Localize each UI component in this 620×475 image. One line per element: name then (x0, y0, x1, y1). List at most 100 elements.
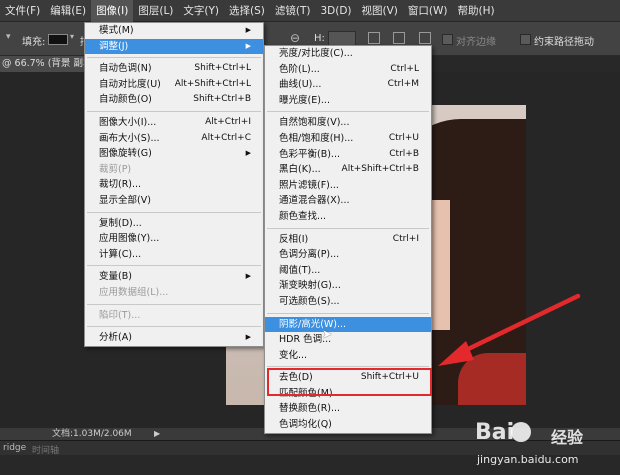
menu-item-label: 画布大小(S)... (99, 132, 160, 144)
menu-item-label: 替换颜色(R)... (279, 403, 341, 415)
adjust-menu-item[interactable]: 自然饱和度(V)... (265, 115, 431, 131)
image-menu-item[interactable]: 自动色调(N) Shift+Ctrl+L (85, 61, 263, 77)
menubar-item[interactable]: 图层(L) (133, 0, 178, 22)
fill-color-swatch[interactable] (48, 34, 68, 45)
image-menu-item[interactable]: 图像大小(I)... Alt+Ctrl+I (85, 115, 263, 131)
bridge-panel-label[interactable]: ridge (3, 443, 26, 453)
image-menu-item[interactable]: 自动颜色(O) Shift+Ctrl+B (85, 92, 263, 108)
image-menu-item[interactable]: 计算(C)... (85, 247, 263, 263)
fill-dropdown-icon[interactable]: ▾ (70, 32, 74, 41)
adjust-menu-item[interactable]: 色相/饱和度(H)... Ctrl+U (265, 131, 431, 147)
menu-item-label: 通道混合器(X)... (279, 195, 350, 207)
menu-separator (87, 265, 261, 267)
adjust-menu-item[interactable]: 色彩平衡(B)... Ctrl+B (265, 147, 431, 163)
submenu-arrow-icon: ▶ (245, 333, 251, 342)
menu-separator (267, 111, 429, 113)
path-alignment-icon[interactable] (393, 32, 405, 44)
adjust-menu-item[interactable]: 照片滤镜(F)... (265, 178, 431, 194)
adjust-menu-item[interactable]: 通道混合器(X)... (265, 193, 431, 209)
image-menu-item[interactable]: 模式(M) ▶ (85, 23, 263, 39)
menu-item-shortcut: Ctrl+U (388, 132, 419, 143)
menu-item-label: 黑白(K)... (279, 164, 321, 176)
submenu-arrow-icon: ▶ (245, 41, 251, 50)
menubar-item[interactable]: 窗口(W) (403, 0, 453, 22)
image-menu-item[interactable]: 画布大小(S)... Alt+Ctrl+C (85, 131, 263, 147)
tool-preset-arrow-icon[interactable]: ▾ (6, 32, 11, 42)
image-menu-item[interactable]: 自动对比度(U) Alt+Shift+Ctrl+L (85, 77, 263, 93)
adjust-menu-item[interactable]: 亮度/对比度(C)... (265, 46, 431, 62)
menu-separator (87, 57, 261, 59)
menu-item-label: 变量(B) (99, 271, 132, 283)
menubar-item[interactable]: 选择(S) (224, 0, 270, 22)
menu-item-label: 色调分离(P)... (279, 249, 340, 261)
menubar-item[interactable]: 文件(F) (0, 0, 45, 22)
fill-label: 填充: (22, 37, 46, 48)
annotation-highlight-box (267, 368, 432, 396)
align-edges-checkbox[interactable] (442, 34, 453, 45)
adjust-menu-item[interactable]: 色阶(L)... Ctrl+L (265, 62, 431, 78)
menu-item-label: 反相(I) (279, 233, 309, 245)
status-menu-arrow-icon[interactable]: ▶ (154, 428, 160, 440)
adjust-menu-item[interactable]: 反相(I) Ctrl+I (265, 232, 431, 248)
menu-item-shortcut: Shift+Ctrl+B (193, 94, 251, 105)
image-menu-item[interactable]: 应用图像(Y)... (85, 231, 263, 247)
adjust-menu-item[interactable]: 替换颜色(R)... (265, 401, 431, 417)
menu-item-shortcut: Ctrl+M (387, 79, 419, 90)
menu-item-shortcut: Ctrl+I (392, 233, 419, 244)
adjust-menu-item[interactable]: HDR 色调... (265, 332, 431, 348)
image-menu-item[interactable]: 图像旋转(G) ▶ (85, 146, 263, 162)
menu-item-shortcut: Shift+Ctrl+L (194, 63, 251, 74)
image-menu-item: 陷印(T)... (85, 308, 263, 324)
image-menu-item[interactable]: 显示全部(V) (85, 193, 263, 209)
image-menu-item[interactable]: 变量(B) ▶ (85, 269, 263, 285)
path-operations-icon[interactable] (368, 32, 380, 44)
menu-item-label: 自动颜色(O) (99, 94, 152, 106)
adjust-menu-item[interactable]: 阴影/高光(W)... (265, 316, 431, 333)
constrain-path-checkbox[interactable] (520, 34, 531, 45)
menu-item-label: 色调均化(Q) (279, 419, 332, 431)
menu-item-label: 亮度/对比度(C)... (279, 48, 353, 59)
menu-item-label: 自动对比度(U) (99, 78, 161, 90)
menubar-item[interactable]: 文字(Y) (178, 0, 224, 22)
adjust-menu-item[interactable]: 阈值(T)... (265, 263, 431, 279)
image-menu-item[interactable]: 分析(A) ▶ (85, 330, 263, 346)
menu-item-label: 裁剪(P) (99, 163, 132, 175)
menu-item-label: 照片滤镜(F)... (279, 179, 339, 191)
menubar-item[interactable]: 编辑(E) (45, 0, 91, 22)
menu-item-shortcut: Alt+Shift+Ctrl+B (341, 164, 419, 175)
image-menu-item[interactable]: 调整(J) ▶ (85, 38, 263, 55)
menu-item-label: 裁切(R)... (99, 179, 142, 191)
adjust-menu-item[interactable]: 颜色查找... (265, 209, 431, 225)
menu-item-label: 阴影/高光(W)... (279, 318, 347, 330)
image-menu-item: 应用数据组(L)... (85, 285, 263, 301)
image-menu-item[interactable]: 复制(D)... (85, 216, 263, 232)
submenu-arrow-icon: ▶ (245, 149, 251, 158)
menu-item-label: 可选颜色(S)... (279, 295, 340, 307)
adjust-menu-item[interactable]: 黑白(K)... Alt+Shift+Ctrl+B (265, 162, 431, 178)
menu-item-label: 自然饱和度(V)... (279, 117, 350, 129)
menu-separator (87, 303, 261, 305)
menubar-item[interactable]: 3D(D) (315, 0, 356, 22)
menu-item-label: 复制(D)... (99, 217, 142, 229)
menu-separator (267, 312, 429, 314)
adjust-menu-item[interactable]: 变化... (265, 348, 431, 364)
menubar-item[interactable]: 图像(I) (91, 0, 134, 22)
link-icon[interactable]: ⊖ (290, 31, 300, 45)
menu-item-label: 图像旋转(G) (99, 148, 152, 160)
menu-item-label: 色彩平衡(B)... (279, 148, 340, 160)
menubar-item[interactable]: 帮助(H) (453, 0, 500, 22)
timeline-panel-tab[interactable]: 时间轴 (32, 443, 59, 456)
adjust-menu-item[interactable]: 色调均化(Q) (265, 417, 431, 433)
adjust-menu-item[interactable]: 曲线(U)... Ctrl+M (265, 77, 431, 93)
menu-separator (87, 326, 261, 328)
adjust-menu-item[interactable]: 色调分离(P)... (265, 247, 431, 263)
adjust-menu-item[interactable]: 可选颜色(S)... (265, 294, 431, 310)
menu-item-shortcut: Alt+Ctrl+I (205, 116, 251, 127)
document-size-readout: 文档:1.03M/2.06M (52, 429, 132, 439)
menubar-item[interactable]: 滤镜(T) (270, 0, 316, 22)
adjust-menu-item[interactable]: 曝光度(E)... (265, 93, 431, 109)
image-menu-item[interactable]: 裁切(R)... (85, 177, 263, 193)
adjust-menu-item[interactable]: 渐变映射(G)... (265, 278, 431, 294)
path-arrangement-icon[interactable] (419, 32, 431, 44)
menubar-item[interactable]: 视图(V) (357, 0, 403, 22)
